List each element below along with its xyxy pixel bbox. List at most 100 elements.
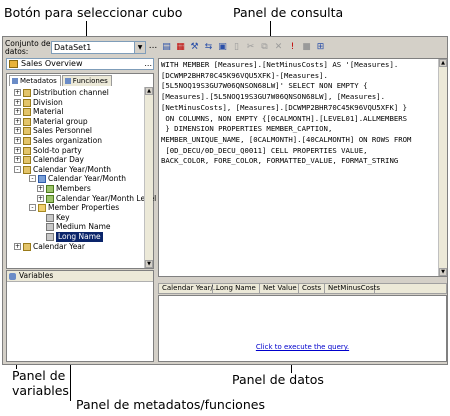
delete-icon[interactable]: ▯ <box>231 42 242 53</box>
dimension-icon <box>23 98 31 107</box>
scroll-up-icon[interactable]: ▲ <box>439 59 447 67</box>
import-icon[interactable]: ▤ <box>161 42 172 53</box>
query-line: BACK_COLOR, FORE_COLOR, FORMATTED_VALUE,… <box>161 156 399 166</box>
cut-icon[interactable]: ✂ <box>245 42 256 53</box>
dataset-ellipsis-button[interactable]: ... <box>148 41 158 54</box>
callout-data-panel: Panel de datos <box>232 372 324 387</box>
cube-more-button[interactable]: ... <box>144 59 152 69</box>
chevron-down-icon[interactable]: ▼ <box>134 42 145 53</box>
result-column-header[interactable]: NetMinusCosts <box>325 284 380 294</box>
data-panel: Click to execute the query. <box>158 295 447 362</box>
callout-variables-panel-line1: Panel de <box>12 368 66 383</box>
tab-functions[interactable]: Funciones <box>61 75 112 86</box>
expand-icon[interactable]: + <box>14 146 21 154</box>
level-icon <box>46 194 54 203</box>
design-icon[interactable]: ▣ <box>217 42 228 53</box>
query-text[interactable]: WITH MEMBER [Measures].[NetMinusCosts] A… <box>161 60 437 167</box>
result-column-header[interactable]: Net Value <box>260 284 299 294</box>
toolbar-icons: ▤ ▦ ⚒ ⇆ ▣ ▯ ✂ ⧉ ✕ ! ■ ⊞ <box>161 41 326 54</box>
query-line: ON COLUMNS, NON EMPTY {[0CALMONTH].[LEVE… <box>161 113 408 123</box>
expand-icon[interactable]: + <box>37 194 44 202</box>
callout-variables-panel-line2: variables <box>12 383 69 398</box>
result-column-header[interactable]: Long Name <box>213 284 260 294</box>
property-icon <box>46 213 54 222</box>
query-scrollbar[interactable]: ▲ ▼ <box>438 59 447 276</box>
dimension-icon <box>23 127 31 136</box>
property-icon <box>46 223 54 232</box>
tree-node-label: Calendar Year/Month <box>33 164 112 174</box>
tree-node-label: Division <box>33 97 63 107</box>
expand-icon[interactable]: + <box>14 127 21 135</box>
query-line: MEMBER_UNIQUE_NAME, [0CALMONTH].[40CALMO… <box>161 134 412 144</box>
callout-query-panel: Panel de consulta <box>233 5 344 20</box>
tree-node-label: Key <box>56 212 70 222</box>
execute-query-link[interactable]: Click to execute the query. <box>159 343 446 351</box>
tab-metadata[interactable]: Metadatos <box>9 75 61 86</box>
scroll-down-icon[interactable]: ▼ <box>439 268 447 276</box>
copy-icon[interactable]: ⧉ <box>259 42 270 53</box>
query-line: [NetMinusCosts], [Measures].[DCWMP2BHR70… <box>161 102 408 112</box>
paste-icon[interactable]: ✕ <box>273 42 284 53</box>
dimension-icon <box>23 137 31 145</box>
query-line: WITH MEMBER [Measures].[NetMinusCosts] A… <box>161 60 399 69</box>
cancel-icon[interactable]: ■ <box>301 42 312 53</box>
folder-icon <box>38 204 46 213</box>
expand-icon[interactable]: + <box>14 117 21 125</box>
result-column-headers: Calendar Year/... Long Name Net Value Costs… <box>158 283 447 294</box>
tree-node-label: Distribution channel <box>33 88 109 97</box>
expand-icon[interactable]: + <box>14 108 21 116</box>
tree-node-label: Calendar Day <box>33 155 84 165</box>
callout-cube-selector: Botón para seleccionar cubo <box>4 5 183 20</box>
dimension-icon <box>23 89 31 97</box>
tree-node-label: Long Name <box>56 232 103 242</box>
dimension-icon <box>23 156 31 165</box>
hierarchy-icon <box>38 175 46 184</box>
variables-icon <box>9 273 16 280</box>
prepare-icon[interactable]: ⇆ <box>203 42 214 53</box>
scroll-down-icon[interactable]: ▼ <box>145 260 153 268</box>
grid-icon[interactable]: ▦ <box>175 42 186 53</box>
query-line: [Measures].[5L5NOQ19S3GU7W06QNSON68LW], … <box>161 92 386 102</box>
expand-icon[interactable]: + <box>14 156 21 164</box>
dataset-value: DataSet1 <box>54 43 92 52</box>
tree-node-label: Member Properties <box>48 203 120 213</box>
dimension-icon <box>23 117 31 126</box>
expand-icon[interactable]: + <box>14 137 21 144</box>
collapse-icon[interactable]: - <box>14 165 21 173</box>
metadata-panel: Metadatos Funciones + Distribution channe… <box>6 73 163 269</box>
query-panel[interactable]: WITH MEMBER [Measures].[NetMinusCosts] A… <box>158 58 447 277</box>
variables-panel: Variables <box>6 270 154 362</box>
cube-selector-button[interactable]: Sales Overview ... <box>6 58 154 70</box>
variables-title: Variables <box>19 271 54 280</box>
level-icon <box>46 185 54 193</box>
expand-icon[interactable]: + <box>14 89 21 96</box>
callout-metadata-panel: Panel de metadatos/funciones <box>76 397 265 412</box>
metadata-scrollbar[interactable]: ▲ ▼ <box>144 87 153 268</box>
filter-icon[interactable]: ⚒ <box>189 42 200 53</box>
dimension-icon <box>23 165 31 174</box>
query-designer-window: Conjunto de datos: DataSet1 ▼ ... ▤ ▦ ⚒ … <box>2 36 448 365</box>
property-icon <box>46 233 54 241</box>
metadata-tabs: Metadatos Funciones <box>9 75 113 86</box>
expand-icon[interactable]: + <box>37 185 44 192</box>
dimension-icon <box>23 108 31 117</box>
result-column-header[interactable]: Calendar Year/... <box>159 284 220 294</box>
tree-node-label: Members <box>56 184 91 193</box>
scroll-up-icon[interactable]: ▲ <box>145 87 153 95</box>
expand-icon[interactable]: + <box>14 242 21 250</box>
dataset-select[interactable]: DataSet1 ▼ <box>51 41 146 54</box>
tree-node-label: Calendar Year/Month <box>48 174 127 184</box>
cube-name: Sales Overview <box>21 59 83 68</box>
query-line: } DIMENSION PROPERTIES MEMBER_CAPTION, <box>161 124 333 134</box>
expand-icon[interactable]: + <box>14 98 21 106</box>
collapse-icon[interactable]: - <box>29 204 36 212</box>
result-column-header[interactable]: Costs <box>299 284 325 294</box>
dimension-icon <box>23 242 31 251</box>
execute-icon[interactable]: ! <box>287 42 298 53</box>
options-icon[interactable]: ⊞ <box>315 42 326 53</box>
query-line: [5L5NOQ19S3GU7W06QNSON68LW]' SELECT NON … <box>161 81 368 91</box>
tree-node-label: Material <box>33 107 64 117</box>
tree-node-label: Sales Personnel <box>33 126 93 136</box>
query-line: [DCWMP2BHR70C45K96VQU5XFK]-[Measures]. <box>161 70 328 80</box>
collapse-icon[interactable]: - <box>29 175 36 183</box>
